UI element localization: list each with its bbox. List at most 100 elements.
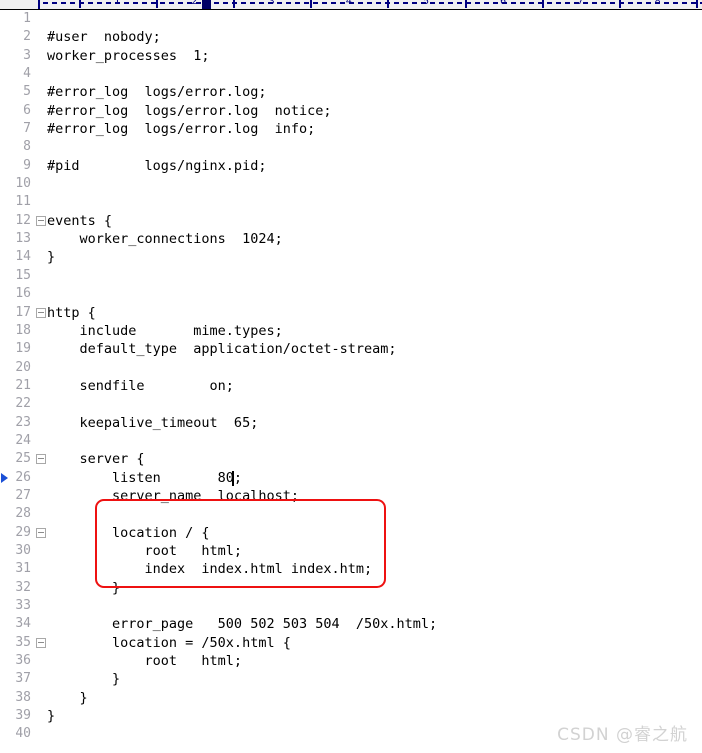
ruler-dash <box>547 2 552 4</box>
code-line-text: } <box>47 689 88 706</box>
ruler-dash <box>673 2 678 4</box>
ruler-number: 7 <box>577 0 584 7</box>
code-line[interactable]: 21 sendfile on; <box>0 377 702 395</box>
current-line-arrow-icon <box>1 472 8 483</box>
code-line[interactable]: 25 server { <box>0 450 702 468</box>
code-line[interactable]: 5 #error_log logs/error.log; <box>0 83 702 101</box>
code-line[interactable]: 27 server_name localhost; <box>0 487 702 505</box>
ruler-number: 1 <box>114 0 121 7</box>
code-line[interactable]: 16 <box>0 285 702 303</box>
fold-collapse-icon[interactable] <box>36 637 46 648</box>
code-line[interactable]: 35 location = /50x.html { <box>0 634 702 652</box>
code-line[interactable]: 8 <box>0 138 702 156</box>
ruler-dash <box>529 2 534 4</box>
ruler-dash <box>331 2 336 4</box>
ruler-dash <box>259 2 264 4</box>
fold-collapse-icon[interactable] <box>36 454 46 465</box>
code-line-text: } <box>47 708 56 725</box>
line-number: 34 <box>15 616 31 632</box>
ruler-dash <box>142 2 147 4</box>
ruler-dash <box>61 2 66 4</box>
ruler-dash <box>610 2 615 4</box>
ruler-dash <box>313 2 318 4</box>
code-line[interactable]: 20 <box>0 359 702 377</box>
code-line[interactable]: 7 #error_log logs/error.log info; <box>0 120 702 138</box>
code-line[interactable]: 3 worker_processes 1; <box>0 47 702 65</box>
line-number: 9 <box>23 157 31 173</box>
ruler-number: 3 <box>268 0 275 7</box>
line-number: 4 <box>23 66 31 82</box>
code-line[interactable]: 12 events { <box>0 212 702 230</box>
watermark-text: CSDN @睿之航 <box>557 725 688 745</box>
ruler-number: 4 <box>345 0 352 7</box>
line-number: 7 <box>23 121 31 137</box>
code-line-text: server { <box>47 451 145 468</box>
code-line[interactable]: 14} <box>0 248 702 266</box>
ruler-dash <box>106 2 111 4</box>
line-number: 17 <box>15 304 31 320</box>
ruler-tick <box>696 0 699 8</box>
code-line[interactable]: 6 #error_log logs/error.log notice; <box>0 102 702 120</box>
code-line[interactable]: 11 <box>0 193 702 211</box>
ruler-dash <box>277 2 282 4</box>
code-line[interactable]: 4 <box>0 65 702 83</box>
code-line[interactable]: 10 <box>0 175 702 193</box>
ruler-tick <box>464 0 467 8</box>
line-number: 40 <box>15 726 31 742</box>
code-line-text: } <box>47 671 121 688</box>
code-line[interactable]: 24 <box>0 432 702 450</box>
code-line[interactable]: 15 <box>0 267 702 285</box>
code-line-text: sendfile on; <box>47 377 234 394</box>
fold-collapse-icon[interactable] <box>36 215 46 226</box>
code-line[interactable]: 19 default_type application/octet-stream… <box>0 340 702 358</box>
ruler-tick <box>387 0 390 8</box>
code-editor[interactable]: 1 2 #user nobody; 3 worker_processes 1; 4 5 #er… <box>0 10 702 753</box>
code-line-text: keepalive_timeout 65; <box>47 414 259 431</box>
ruler-dash <box>340 2 345 4</box>
code-line[interactable]: 30 root html; <box>0 542 702 560</box>
code-line[interactable]: 33 <box>0 597 702 615</box>
code-line[interactable]: 22 <box>0 395 702 413</box>
line-number: 19 <box>15 341 31 357</box>
code-line[interactable]: 13 worker_connections 1024; <box>0 230 702 248</box>
line-number: 33 <box>15 598 31 613</box>
ruler-dash <box>592 2 597 4</box>
code-line[interactable]: 17 http { <box>0 304 702 322</box>
code-line[interactable]: 29 location / { <box>0 524 702 542</box>
line-number: 2 <box>23 29 31 45</box>
code-line-text: #user nobody; <box>47 29 161 46</box>
code-line[interactable]: 31 index index.html index.htm; <box>0 560 702 578</box>
ruler-dash <box>403 2 408 4</box>
ruler-dash <box>430 2 435 4</box>
code-line[interactable]: 18 include mime.types; <box>0 322 702 340</box>
ruler-dash <box>70 2 75 4</box>
ruler-dash <box>682 2 687 4</box>
code-line[interactable]: 23 keepalive_timeout 65; <box>0 414 702 432</box>
ruler-dash <box>178 2 183 4</box>
code-line-text: listen 80; <box>47 469 243 486</box>
code-line[interactable]: 28 <box>0 505 702 523</box>
code-line[interactable]: 9 #pid logs/nginx.pid; <box>0 157 702 175</box>
ruler-dash <box>43 2 48 4</box>
line-number: 10 <box>15 176 31 192</box>
code-line-text: #error_log logs/error.log notice; <box>47 102 332 119</box>
code-line[interactable]: 37 } <box>0 670 702 688</box>
ruler-dash <box>493 2 498 4</box>
code-line-text: worker_processes 1; <box>47 47 210 64</box>
ruler-dash <box>475 2 480 4</box>
ruler-dash <box>484 2 489 4</box>
line-number: 25 <box>15 451 31 467</box>
ruler-dash <box>520 2 525 4</box>
fold-collapse-icon[interactable] <box>36 307 46 318</box>
ruler-dash <box>448 2 453 4</box>
code-line[interactable]: 26 listen 80; <box>0 469 702 487</box>
line-number: 31 <box>15 561 31 577</box>
code-line[interactable]: 36 root html; <box>0 652 702 670</box>
fold-collapse-icon[interactable] <box>36 527 46 538</box>
code-line[interactable]: 2 #user nobody; <box>0 28 702 46</box>
code-line[interactable]: 38 } <box>0 689 702 707</box>
code-line[interactable]: 34 error_page 500 502 503 504 /50x.html; <box>0 615 702 633</box>
ruler-dash <box>511 2 516 4</box>
code-line[interactable]: 32 } <box>0 579 702 597</box>
code-line[interactable]: 1 <box>0 10 702 28</box>
